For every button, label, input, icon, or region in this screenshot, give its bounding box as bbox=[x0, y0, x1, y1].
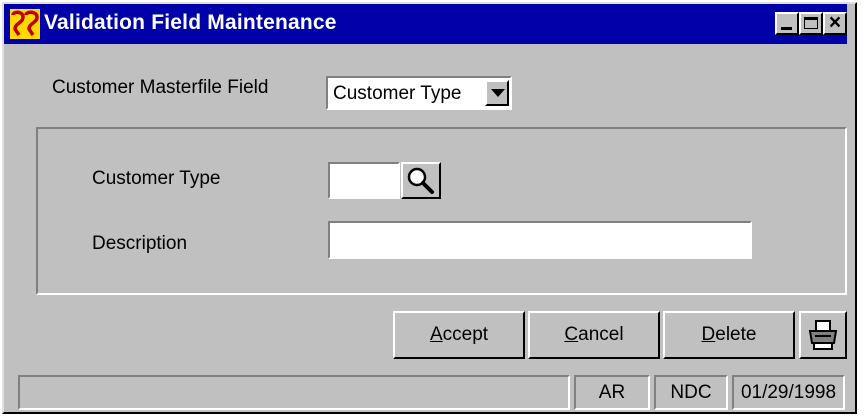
cancel-label: ancel bbox=[578, 324, 624, 345]
masterfile-field-select[interactable]: Customer Type bbox=[326, 76, 512, 110]
status-date: 01/29/1998 bbox=[732, 375, 845, 410]
delete-mnemonic: D bbox=[701, 324, 716, 345]
title-bar[interactable]: Validation Field Maintenance × bbox=[4, 4, 847, 44]
lookup-button[interactable] bbox=[401, 162, 441, 199]
minimize-button[interactable] bbox=[775, 12, 799, 35]
status-bar: AR NDC 01/29/1998 bbox=[4, 375, 847, 410]
record-groupbox bbox=[36, 127, 847, 295]
close-button[interactable]: × bbox=[823, 11, 847, 35]
accept-mnemonic: A bbox=[429, 324, 443, 345]
magnifier-icon bbox=[407, 167, 434, 194]
status-message bbox=[18, 375, 570, 410]
description-input[interactable] bbox=[328, 221, 752, 259]
customer-type-label: Customer Type bbox=[92, 168, 221, 189]
accept-label: ccept bbox=[442, 324, 489, 345]
delete-label: elete bbox=[715, 324, 757, 345]
customer-type-input[interactable] bbox=[328, 162, 400, 199]
print-button[interactable] bbox=[799, 311, 847, 359]
maximize-button[interactable] bbox=[799, 12, 823, 35]
close-icon: × bbox=[828, 11, 842, 34]
minimize-icon bbox=[781, 27, 792, 30]
cancel-mnemonic: C bbox=[564, 324, 579, 345]
maximize-icon bbox=[804, 17, 818, 29]
masterfile-field-label: Customer Masterfile Field bbox=[52, 77, 269, 98]
masterfile-field-value: Customer Type bbox=[333, 83, 462, 104]
cancel-button[interactable]: Cancel bbox=[528, 311, 660, 359]
window-title: Validation Field Maintenance bbox=[44, 11, 337, 34]
app-logo-icon bbox=[10, 9, 40, 39]
description-label: Description bbox=[92, 233, 188, 254]
delete-button[interactable]: Delete bbox=[663, 311, 795, 359]
printer-icon bbox=[808, 320, 838, 350]
status-company: NDC bbox=[654, 375, 728, 410]
status-module: AR bbox=[574, 375, 650, 410]
dropdown-arrow-icon[interactable] bbox=[485, 80, 509, 106]
accept-button[interactable]: Accept bbox=[393, 311, 525, 359]
